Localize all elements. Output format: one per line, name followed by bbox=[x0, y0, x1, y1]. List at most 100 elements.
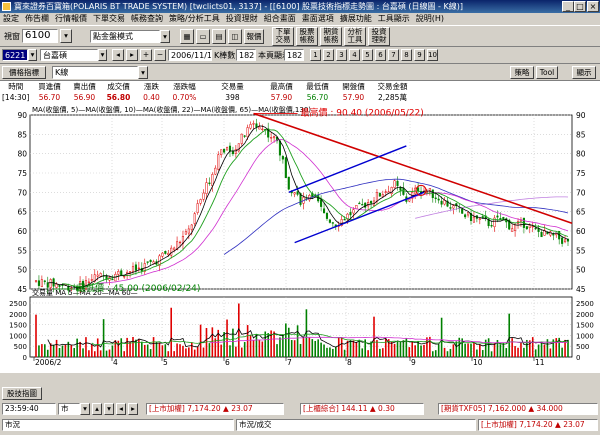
volume-bar bbox=[102, 319, 105, 357]
menu-item-bulletin[interactable]: 佈告欄 bbox=[22, 13, 52, 25]
stock-account-button[interactable]: 股票 帳務 bbox=[296, 27, 318, 46]
volume-bar bbox=[464, 343, 466, 357]
candle-down bbox=[296, 191, 299, 195]
menu-item-combo[interactable]: 組合畫面 bbox=[261, 13, 299, 25]
x-tick-label: 10 bbox=[473, 358, 483, 367]
menu-item-strategy[interactable]: 策略/分析工具 bbox=[166, 13, 223, 25]
page-button-7[interactable]: 7 bbox=[388, 49, 399, 61]
menu-item-screen[interactable]: 畫面選項 bbox=[299, 13, 337, 25]
display-input[interactable]: 182 bbox=[284, 49, 304, 61]
maximize-button[interactable]: □ bbox=[574, 1, 586, 12]
grid-icon[interactable]: ▦ bbox=[180, 29, 194, 44]
menu-item-invest[interactable]: 投資理財 bbox=[223, 13, 261, 25]
menu-item-help[interactable]: 說明(H) bbox=[413, 13, 447, 25]
menu-item-settings[interactable]: 設定 bbox=[0, 13, 22, 25]
right-icon[interactable]: ▸ bbox=[128, 403, 138, 415]
page-button-2[interactable]: 2 bbox=[323, 49, 334, 61]
candle-down bbox=[120, 270, 123, 276]
volume-bar bbox=[382, 348, 384, 357]
minimize-button[interactable]: _ bbox=[562, 1, 574, 12]
up-icon[interactable]: ▴ bbox=[92, 403, 102, 415]
menu-item-extend[interactable]: 擴展功能 bbox=[337, 13, 375, 25]
candle-up bbox=[152, 261, 155, 264]
futures-account-button[interactable]: 期貨 帳務 bbox=[320, 27, 342, 46]
split-icon[interactable]: ◫ bbox=[228, 29, 242, 44]
menu-item-tools[interactable]: 工具顯示 bbox=[375, 13, 413, 25]
down-icon[interactable]: ▾ bbox=[104, 403, 114, 415]
prev-icon[interactable]: ◂ bbox=[112, 49, 124, 61]
volume-bar bbox=[44, 344, 46, 357]
x-tick-label: 5 bbox=[163, 358, 168, 367]
price-indicator-button[interactable]: 價格指標 bbox=[2, 66, 46, 79]
menu-item-account[interactable]: 帳務查詢 bbox=[128, 13, 166, 25]
volume-bar bbox=[476, 349, 478, 357]
next-icon[interactable]: ▸ bbox=[126, 49, 138, 61]
price-tick-label-right: 80 bbox=[576, 150, 586, 159]
price-tick-label-right: 70 bbox=[576, 188, 586, 197]
zoom-in-icon[interactable]: + bbox=[140, 49, 152, 61]
candle-up bbox=[467, 211, 470, 216]
invest-button[interactable]: 投資 理財 bbox=[368, 27, 390, 46]
menu-item-trading[interactable]: 下單交易 bbox=[90, 13, 128, 25]
quote-header: 最低價 bbox=[306, 82, 329, 91]
date-field[interactable]: 2006/11/10 bbox=[168, 49, 212, 61]
price-chart-svg[interactable]: 45 4550 5055 5560 6065 6570 7075 7580 8085 8590 90… bbox=[0, 103, 600, 373]
kline-select[interactable]: K線 bbox=[52, 66, 138, 79]
volume-bar bbox=[188, 347, 190, 357]
market-trades: 市況/成交 bbox=[236, 419, 476, 431]
page-button-9[interactable]: 9 bbox=[414, 49, 425, 61]
page-button-3[interactable]: 3 bbox=[336, 49, 347, 61]
chart-stock-input[interactable]: 6221 bbox=[2, 49, 28, 61]
page-button-8[interactable]: 8 bbox=[401, 49, 412, 61]
chevron-down-icon[interactable]: ▾ bbox=[60, 29, 72, 43]
volume-bar bbox=[252, 340, 255, 357]
volume-bar bbox=[243, 342, 246, 357]
candle-up bbox=[217, 154, 220, 170]
page-button-6[interactable]: 6 bbox=[375, 49, 386, 61]
market-dropdown-icon[interactable]: ▾ bbox=[80, 403, 90, 415]
chart-tab[interactable]: 股技指圖 bbox=[2, 387, 42, 400]
kline-dropdown-icon[interactable]: ▾ bbox=[138, 66, 148, 79]
mode-select[interactable]: 點金盤模式 bbox=[90, 30, 160, 43]
page-button-10[interactable]: 10 bbox=[427, 49, 438, 61]
layout-icon[interactable]: ▤ bbox=[212, 29, 226, 44]
candle-down bbox=[370, 200, 373, 204]
price-tick-label-right: 45 bbox=[576, 285, 586, 294]
candle-down bbox=[255, 123, 258, 128]
volume-bar bbox=[426, 337, 428, 357]
analysis-tools-button[interactable]: 分析 工具 bbox=[344, 27, 366, 46]
volume-bar bbox=[481, 350, 484, 357]
candle-up bbox=[549, 231, 552, 236]
strategy-button[interactable]: 策略 bbox=[510, 66, 534, 79]
volume-bar bbox=[155, 341, 158, 357]
candle-up bbox=[249, 124, 252, 129]
toolbar: 視窗 6100 ▾ 點金盤模式 ▾ ▦ ▭ ▤ ◫ 報價 下單 交易 股票 帳務… bbox=[0, 25, 600, 47]
left-icon[interactable]: ◂ bbox=[116, 403, 126, 415]
show-button[interactable]: 顯示 bbox=[572, 66, 596, 79]
report-button[interactable]: 報價 bbox=[244, 29, 264, 44]
window-icon[interactable]: ▭ bbox=[196, 29, 210, 44]
volume-bar bbox=[35, 314, 37, 357]
order-button[interactable]: 下單 交易 bbox=[272, 27, 294, 46]
kcount-input[interactable]: 182 bbox=[236, 49, 256, 61]
stock-code-input[interactable]: 6100 bbox=[22, 29, 58, 43]
zoom-out-icon[interactable]: − bbox=[154, 49, 166, 61]
volume-bar bbox=[111, 345, 114, 357]
quote-header: 時間 bbox=[8, 82, 24, 91]
chart-area[interactable]: 45 45 50 50 55 55 60 60 65 65 70 70 75 75 80 80 85 85 90 90… bbox=[0, 103, 600, 373]
volume-bar bbox=[555, 338, 558, 357]
volume-bar bbox=[440, 317, 443, 357]
volume-bar bbox=[314, 340, 317, 357]
stock-dropdown-icon[interactable]: ▾ bbox=[28, 49, 37, 61]
close-button[interactable]: × bbox=[587, 1, 599, 12]
page-button-5[interactable]: 5 bbox=[362, 49, 373, 61]
tool-button[interactable]: Tool bbox=[536, 66, 558, 79]
page-button-4[interactable]: 4 bbox=[349, 49, 360, 61]
menu-item-quotes[interactable]: 行情報價 bbox=[52, 13, 90, 25]
indicator-row: 價格指標 K線 ▾ 策略 Tool 顯示 bbox=[0, 63, 600, 80]
page-button-1[interactable]: 1 bbox=[310, 49, 321, 61]
name-dropdown-icon[interactable]: ▾ bbox=[98, 49, 107, 61]
volume-bar bbox=[429, 336, 431, 357]
mode-dropdown-icon[interactable]: ▾ bbox=[160, 30, 170, 43]
candle-up bbox=[137, 267, 140, 270]
